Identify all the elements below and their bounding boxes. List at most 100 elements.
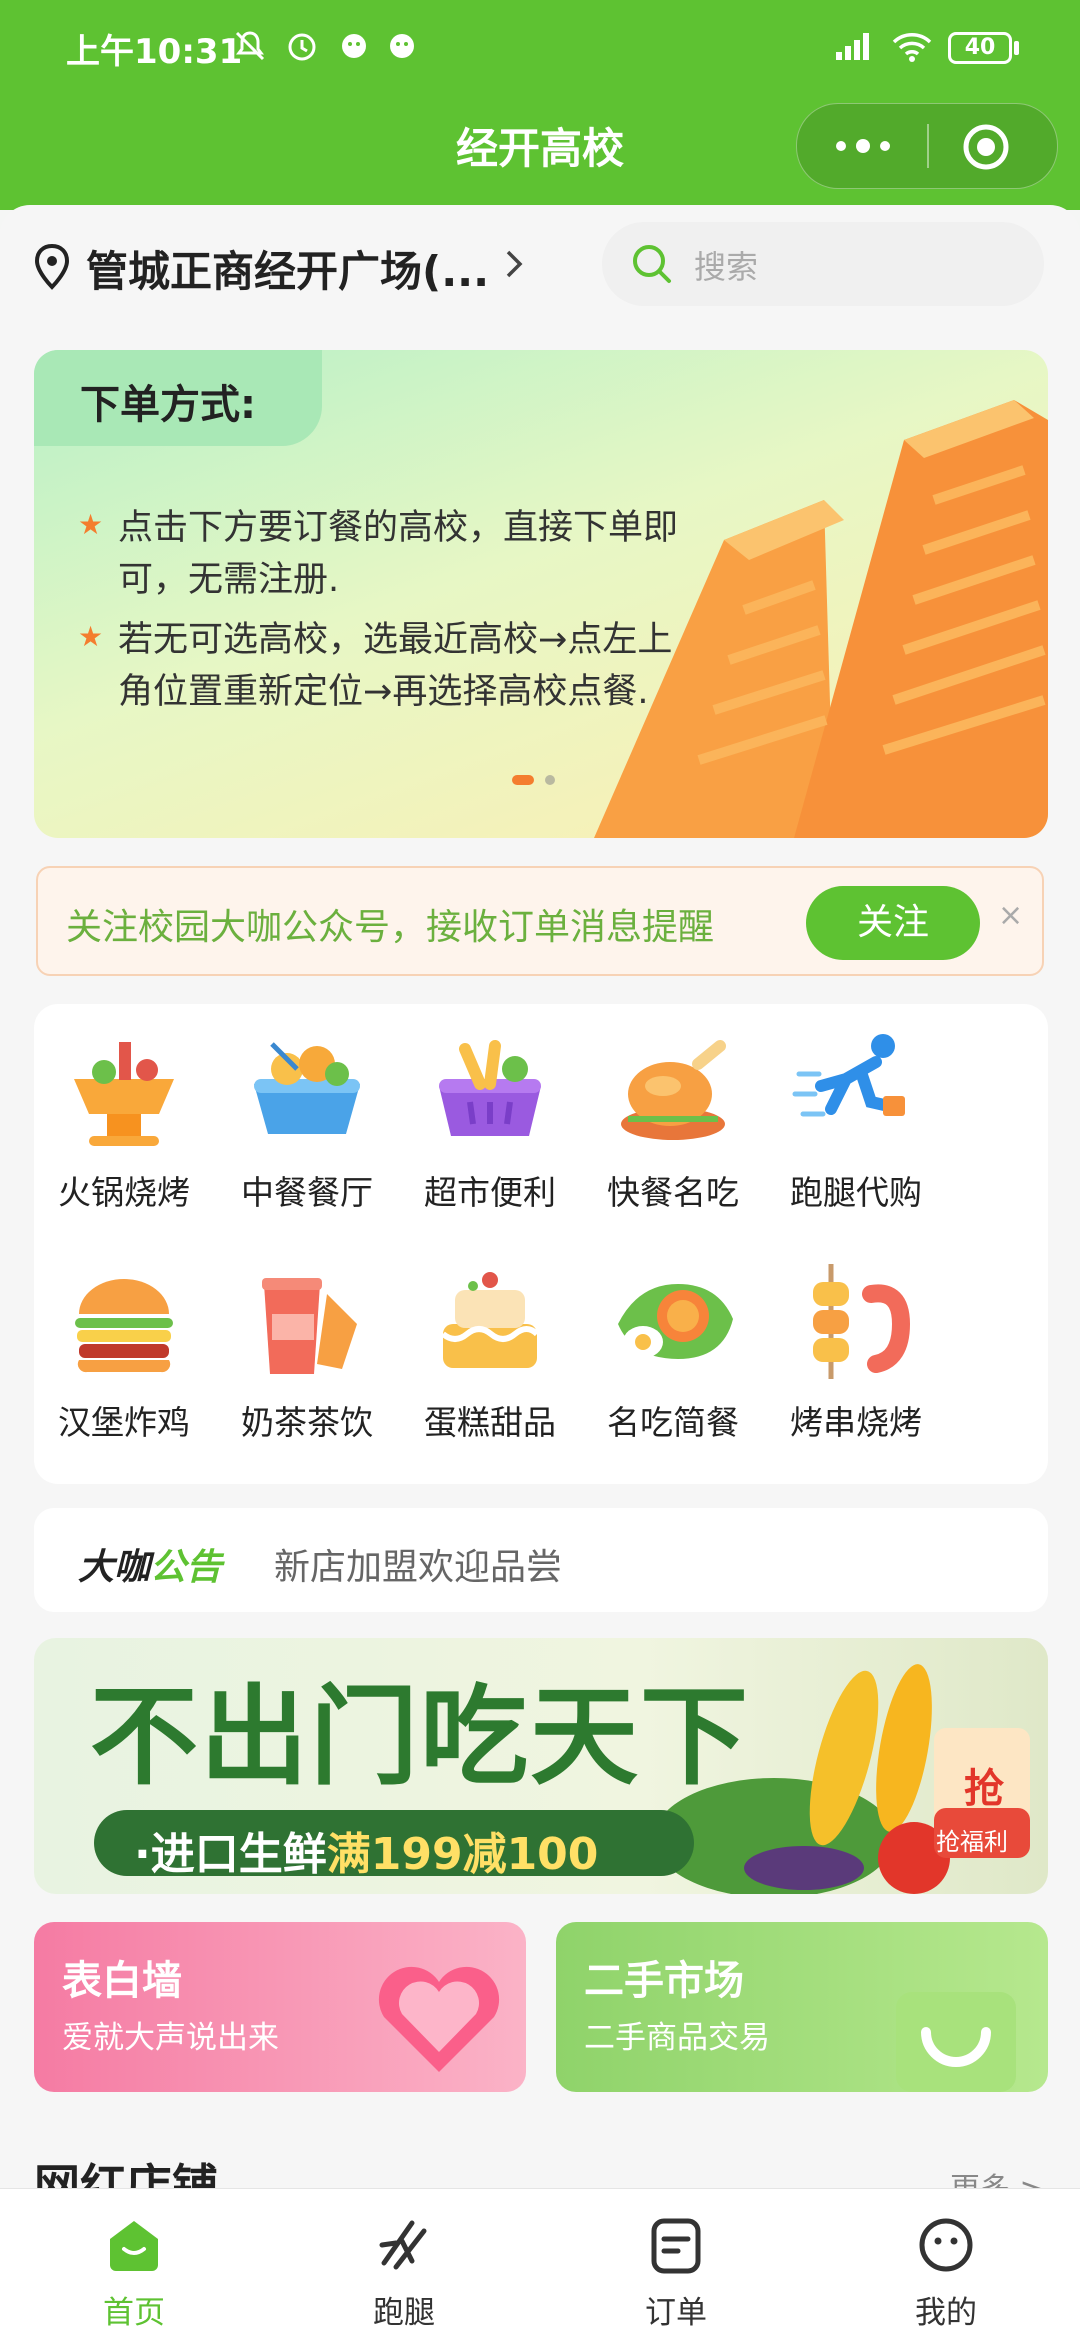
category-label: 超市便利 [424, 1173, 556, 1212]
announcement-logo: 大咖公告 [78, 1538, 222, 1590]
category-item[interactable]: 中餐餐厅 [217, 1024, 397, 1224]
app-notify-icon-2 [390, 34, 414, 58]
app-notify-icon [342, 34, 366, 58]
hotpot-icon [74, 1042, 174, 1146]
category-item[interactable]: 火锅烧烤 [34, 1024, 214, 1224]
search-placeholder: 搜索 [694, 248, 759, 286]
banner-title: 下单方式: [80, 382, 256, 428]
banner-line: 点击下方要订餐的高校，直接下单即 [118, 508, 679, 548]
card-subtitle: 二手商品交易 [584, 2020, 770, 2056]
tab-home[interactable]: 首页 [54, 2213, 214, 2332]
category-label: 快餐名吃 [607, 1173, 739, 1212]
close-icon[interactable]: × [998, 898, 1023, 933]
category-item[interactable]: 名吃简餐 [583, 1254, 763, 1454]
category-label: 烤串烧烤 [790, 1403, 922, 1442]
card-title: 表白墙 [62, 1958, 182, 2004]
follow-account-bar: 关注校园大咖公众号，接收订单消息提醒 关注 × [36, 866, 1044, 976]
confession-wall-card[interactable]: 表白墙 爱就大声说出来 [34, 1922, 526, 2092]
announcement-logo-part-a: 大咖 [78, 1547, 151, 1588]
skewer-icon [813, 1264, 911, 1379]
banner-line: 可，无需注册. [118, 560, 340, 600]
promo-offer-text: ·进口生鲜满199减100 [134, 1818, 598, 1882]
battery-level: 40 [964, 35, 996, 60]
tab-label: 我的 [915, 2295, 977, 2331]
milk-tea-icon [262, 1278, 357, 1374]
wifi-icon [892, 33, 932, 62]
signal-icon [836, 33, 869, 60]
category-item[interactable]: 快餐名吃 [583, 1024, 763, 1224]
battery-icon: 40 [948, 32, 1012, 64]
tab-errand[interactable]: 跑腿 [324, 2213, 484, 2332]
category-grid: 火锅烧烤 中餐餐厅 超市便利 快餐名吃 跑腿代购 汉堡炸鸡 奶茶茶饮 蛋糕甜品 … [34, 1004, 1048, 1484]
promo-headline: 不出门吃天下 [90, 1675, 751, 1800]
carousel-indicator [512, 770, 556, 789]
chinese-food-icon [254, 1042, 360, 1134]
location-selector[interactable]: 管城正商经开广场(... [86, 238, 489, 299]
mini-program-capsule [796, 103, 1058, 189]
promo-offer-part-a: ·进口生鲜 [134, 1829, 327, 1880]
search-icon [633, 245, 671, 283]
second-hand-market-card[interactable]: 二手市场 二手商品交易 [556, 1922, 1048, 2092]
category-label: 奶茶茶饮 [241, 1403, 373, 1442]
status-bar: 上午10:31 40 [0, 0, 1080, 100]
roast-chicken-icon [621, 1040, 726, 1140]
category-item[interactable]: 汉堡炸鸡 [34, 1254, 214, 1454]
order-icon [651, 2218, 701, 2274]
card-title: 二手市场 [584, 1958, 744, 2004]
tab-orders[interactable]: 订单 [596, 2213, 756, 2332]
egg-meal-icon [618, 1284, 733, 1359]
burger-icon [75, 1279, 173, 1373]
category-item[interactable]: 跑腿代购 [766, 1024, 946, 1224]
bottom-tab-bar: 首页 跑腿 订单 我的 [0, 2188, 1080, 2341]
mute-icon [235, 31, 265, 61]
status-time: 上午10:31 [66, 32, 243, 72]
order-guide-banner[interactable]: 下单方式: ★ 点击下方要订餐的高校，直接下单即 可，无需注册. ★ 若无可选高… [34, 350, 1048, 838]
close-miniprogram-icon[interactable] [961, 122, 1011, 172]
category-label: 名吃简餐 [607, 1403, 739, 1442]
alarm-icon [288, 33, 316, 61]
banner-line: 若无可选高校，选最近高校→点左上 [118, 620, 673, 660]
promo-offer-pill: ·进口生鲜满199减100 [94, 1810, 694, 1880]
runner-icon [792, 1034, 905, 1117]
tab-label: 跑腿 [373, 2295, 435, 2331]
announcement-logo-part-b: 公告 [150, 1547, 223, 1588]
category-label: 汉堡炸鸡 [58, 1403, 190, 1442]
cake-icon [441, 1272, 540, 1368]
category-label: 中餐餐厅 [241, 1173, 373, 1212]
promo-offer-part-b: 满199减100 [326, 1829, 599, 1880]
follow-button[interactable]: 关注 [806, 886, 980, 960]
category-label: 火锅烧烤 [58, 1173, 190, 1212]
chevron-right-icon[interactable] [502, 248, 526, 280]
promo-grab-label: 抢福利 [936, 1828, 1008, 1856]
home-icon [110, 2221, 158, 2271]
capsule-divider [927, 124, 929, 168]
category-item[interactable]: 超市便利 [400, 1024, 580, 1224]
category-item[interactable]: 蛋糕甜品 [400, 1254, 580, 1454]
category-label: 跑腿代购 [790, 1173, 922, 1212]
tab-label: 首页 [103, 2295, 165, 2331]
star-bullet-icon: ★ [78, 620, 104, 653]
battery-tip [1014, 41, 1019, 55]
profile-icon [919, 2218, 973, 2272]
star-bullet-icon: ★ [78, 508, 104, 541]
banner-line: 角位置重新定位→再选择高校点餐. [118, 672, 649, 712]
search-input[interactable]: 搜索 [602, 222, 1044, 306]
card-subtitle: 爱就大声说出来 [62, 2020, 279, 2056]
shopping-bag-icon [896, 1992, 1016, 2092]
tab-label: 订单 [645, 2295, 707, 2331]
tab-profile[interactable]: 我的 [866, 2213, 1026, 2332]
more-dots-icon[interactable] [825, 126, 901, 166]
banner-title-tab: 下单方式: [34, 350, 322, 446]
buildings-illustration [594, 400, 1048, 838]
promo-grab-badge: 抢 [964, 1766, 1004, 1812]
category-item[interactable]: 烤串烧烤 [766, 1254, 946, 1454]
announcement-bar[interactable]: 大咖公告 新店加盟欢迎品尝 [34, 1508, 1048, 1612]
supermarket-basket-icon [439, 1040, 541, 1136]
category-label: 蛋糕甜品 [424, 1403, 556, 1442]
location-pin-icon [34, 243, 70, 290]
announcement-text: 新店加盟欢迎品尝 [274, 1547, 563, 1588]
follow-prompt-text: 关注校园大咖公众号，接收订单消息提醒 [66, 907, 715, 948]
category-item[interactable]: 奶茶茶饮 [217, 1254, 397, 1454]
promo-banner[interactable]: 不出门吃天下 ·进口生鲜满199减100 抢 抢福利 [34, 1638, 1048, 1894]
errand-icon [379, 2220, 427, 2270]
